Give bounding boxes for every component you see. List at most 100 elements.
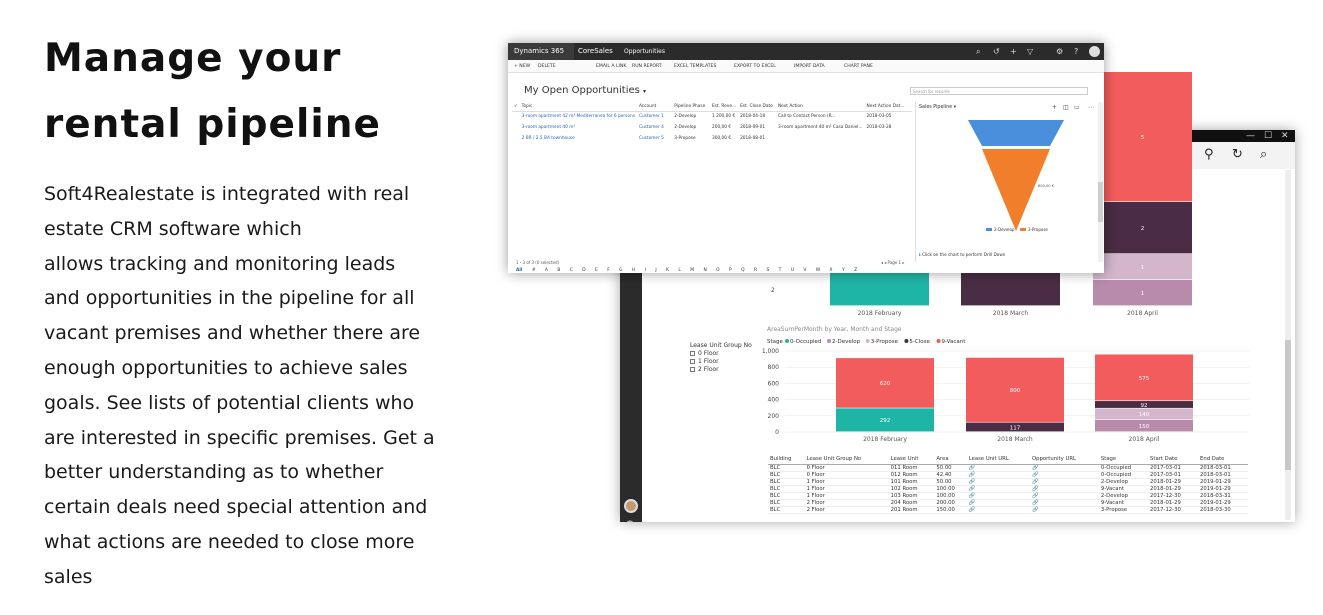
alphabet-letter[interactable]: Y xyxy=(842,268,845,273)
refresh-icon[interactable]: ↻ xyxy=(1232,147,1243,162)
alphabet-letter[interactable]: S xyxy=(766,268,769,273)
alphabet-letter[interactable]: R xyxy=(754,268,757,273)
slicer-item-2[interactable]: 2 Floor xyxy=(690,366,752,374)
alphabet-letter[interactable]: D xyxy=(582,268,585,273)
table-cell[interactable]: 🔗 xyxy=(966,471,1030,479)
alphabet-letter[interactable]: U xyxy=(791,268,794,273)
scrollbar[interactable] xyxy=(1285,170,1291,520)
grid-cell[interactable]: 3-room apartment 42 m² Mediterranea for … xyxy=(520,111,637,122)
table-cell[interactable]: 🔗 xyxy=(966,506,1030,514)
scrollbar[interactable] xyxy=(1098,102,1103,262)
table-row[interactable]: 2 BR / 2.5 BA townhouse Customer 5 3-Propo… xyxy=(512,133,912,144)
alphabet-letter[interactable]: T xyxy=(779,268,782,273)
alphabet-letter[interactable]: C xyxy=(570,268,573,273)
alphabet-letter[interactable]: All xyxy=(516,268,522,273)
grid-column-header[interactable]: Next Action xyxy=(775,102,865,112)
table-cell[interactable]: 🔗 xyxy=(1029,464,1099,472)
slicer-item-0[interactable]: 0 Floor xyxy=(690,350,752,358)
alphabet-letter[interactable]: M xyxy=(690,268,694,273)
table-column-header[interactable]: Stage xyxy=(1098,455,1149,465)
grid-column-header[interactable]: Est. Reve... xyxy=(709,102,739,112)
table-cell[interactable]: 🔗 xyxy=(966,485,1030,493)
grid-column-header[interactable]: Next Action Dat... xyxy=(864,102,912,112)
funnel-segment-propose[interactable] xyxy=(982,149,1050,231)
app-name[interactable]: CoreSales xyxy=(578,43,613,60)
table-cell[interactable]: 🔗 xyxy=(1029,506,1099,514)
avatar[interactable] xyxy=(624,499,638,513)
search-input[interactable]: Search for records xyxy=(910,87,1088,95)
alphabet-letter[interactable]: B xyxy=(557,268,560,273)
select-all-checkbox[interactable]: ✓ xyxy=(512,102,520,112)
table-column-header[interactable]: Lease Unit xyxy=(888,455,935,465)
alphabet-letter[interactable]: H xyxy=(632,268,635,273)
checkbox[interactable] xyxy=(690,359,695,364)
table-row[interactable]: 3-room apartment 40 m² Customer 4 2-Develo… xyxy=(512,122,912,133)
checkbox[interactable] xyxy=(690,351,695,356)
search-icon[interactable]: ⌕ xyxy=(1260,147,1267,162)
table-cell[interactable]: 🔗 xyxy=(1029,485,1099,493)
row-checkbox[interactable] xyxy=(512,133,520,144)
brand[interactable]: Dynamics 365 xyxy=(508,43,574,60)
table-column-header[interactable]: Lease Unit Group No xyxy=(804,455,889,465)
gear-icon[interactable]: ⚙ xyxy=(625,518,635,522)
avatar[interactable] xyxy=(1089,46,1100,57)
filter-icon[interactable]: ▽ xyxy=(1027,43,1033,60)
row-checkbox[interactable] xyxy=(512,111,520,122)
minimize-icon[interactable]: — xyxy=(1246,130,1255,142)
grid-cell[interactable]: Customer 4 xyxy=(637,122,672,133)
table-column-header[interactable]: Opportunity URL xyxy=(1029,455,1099,465)
command-email-a-link[interactable]: EMAIL A LINK xyxy=(596,60,626,73)
command-chart-pane[interactable]: CHART PANE xyxy=(844,60,873,73)
table-column-header[interactable]: End Date xyxy=(1198,455,1248,465)
alphabet-letter[interactable]: G xyxy=(619,268,622,273)
grid-cell[interactable]: Customer 5 xyxy=(637,133,672,144)
grid-cell[interactable]: 2 BR / 2.5 BA townhouse xyxy=(520,133,637,144)
history-icon[interactable]: ↺ xyxy=(993,43,1000,60)
command-new[interactable]: + NEW xyxy=(514,60,530,73)
table-cell[interactable]: 🔗 xyxy=(1029,499,1099,507)
alphabet-letter[interactable]: X xyxy=(830,268,833,273)
grid-column-header[interactable]: Pipeline Phase xyxy=(672,102,710,112)
search-icon[interactable]: ⌕ xyxy=(976,43,980,60)
grid-column-header[interactable]: Account xyxy=(636,102,673,112)
command-export-to-excel[interactable]: EXPORT TO EXCEL xyxy=(734,60,776,73)
alphabet-letter[interactable]: A xyxy=(545,268,548,273)
funnel-segment-develop[interactable] xyxy=(968,120,1064,146)
view-title[interactable]: My Open Opportunities ▾ xyxy=(524,85,646,96)
pin-icon[interactable]: ⚲ xyxy=(1204,147,1214,162)
slicer-item-1[interactable]: 1 Floor xyxy=(690,358,752,366)
maximize-icon[interactable]: ☐ xyxy=(1264,130,1272,142)
alphabet-letter[interactable]: V xyxy=(803,268,806,273)
table-cell[interactable]: 🔗 xyxy=(1029,492,1099,500)
table-column-header[interactable]: Start Date xyxy=(1148,455,1198,465)
grid-cell[interactable]: 3-room apartment 40 m² xyxy=(520,122,637,133)
table-column-header[interactable]: Building xyxy=(768,455,805,465)
table-cell[interactable]: 🔗 xyxy=(1029,471,1099,479)
grid-column-header[interactable]: Est. Close Date xyxy=(738,102,776,112)
grid-column-header[interactable]: Topic xyxy=(519,102,637,112)
pager[interactable]: ◂ ◂ Page 1 ▸ xyxy=(881,260,904,265)
grid-cell[interactable]: Customer 1 xyxy=(637,111,672,122)
person-icon[interactable]: ⚇ xyxy=(1148,147,1160,162)
alphabet-letter[interactable]: O xyxy=(716,268,719,273)
plus-icon[interactable]: + xyxy=(1010,43,1017,60)
alphabet-letter[interactable]: W xyxy=(816,268,820,273)
table-row[interactable]: 3-room apartment 42 m² Mediterranea for … xyxy=(512,111,912,122)
alphabet-letter[interactable]: E xyxy=(595,268,598,273)
alphabet-letter[interactable]: J xyxy=(655,268,656,273)
table-cell[interactable]: 🔗 xyxy=(1029,478,1099,486)
help-icon[interactable]: ? xyxy=(1074,43,1078,60)
alphabet-letter[interactable]: I xyxy=(645,268,646,273)
command-delete[interactable]: DELETE xyxy=(538,60,556,73)
sales-pipeline-funnel[interactable]: 600,00 € 2-Develop 3-Propose xyxy=(916,102,1102,250)
table-cell[interactable]: 🔗 xyxy=(966,464,1030,472)
command-excel-templates[interactable]: EXCEL TEMPLATES xyxy=(674,60,716,73)
alphabet-letter[interactable]: Z xyxy=(854,268,857,273)
alphabet-letter[interactable]: K xyxy=(666,268,669,273)
checkbox[interactable] xyxy=(690,367,695,372)
table-column-header[interactable]: Lease Unit URL xyxy=(966,455,1030,465)
row-checkbox[interactable] xyxy=(512,122,520,133)
area-name[interactable]: Opportunities xyxy=(624,43,665,60)
alphabet-letter[interactable]: F xyxy=(607,268,610,273)
star-icon[interactable]: ☆ xyxy=(1176,147,1188,162)
